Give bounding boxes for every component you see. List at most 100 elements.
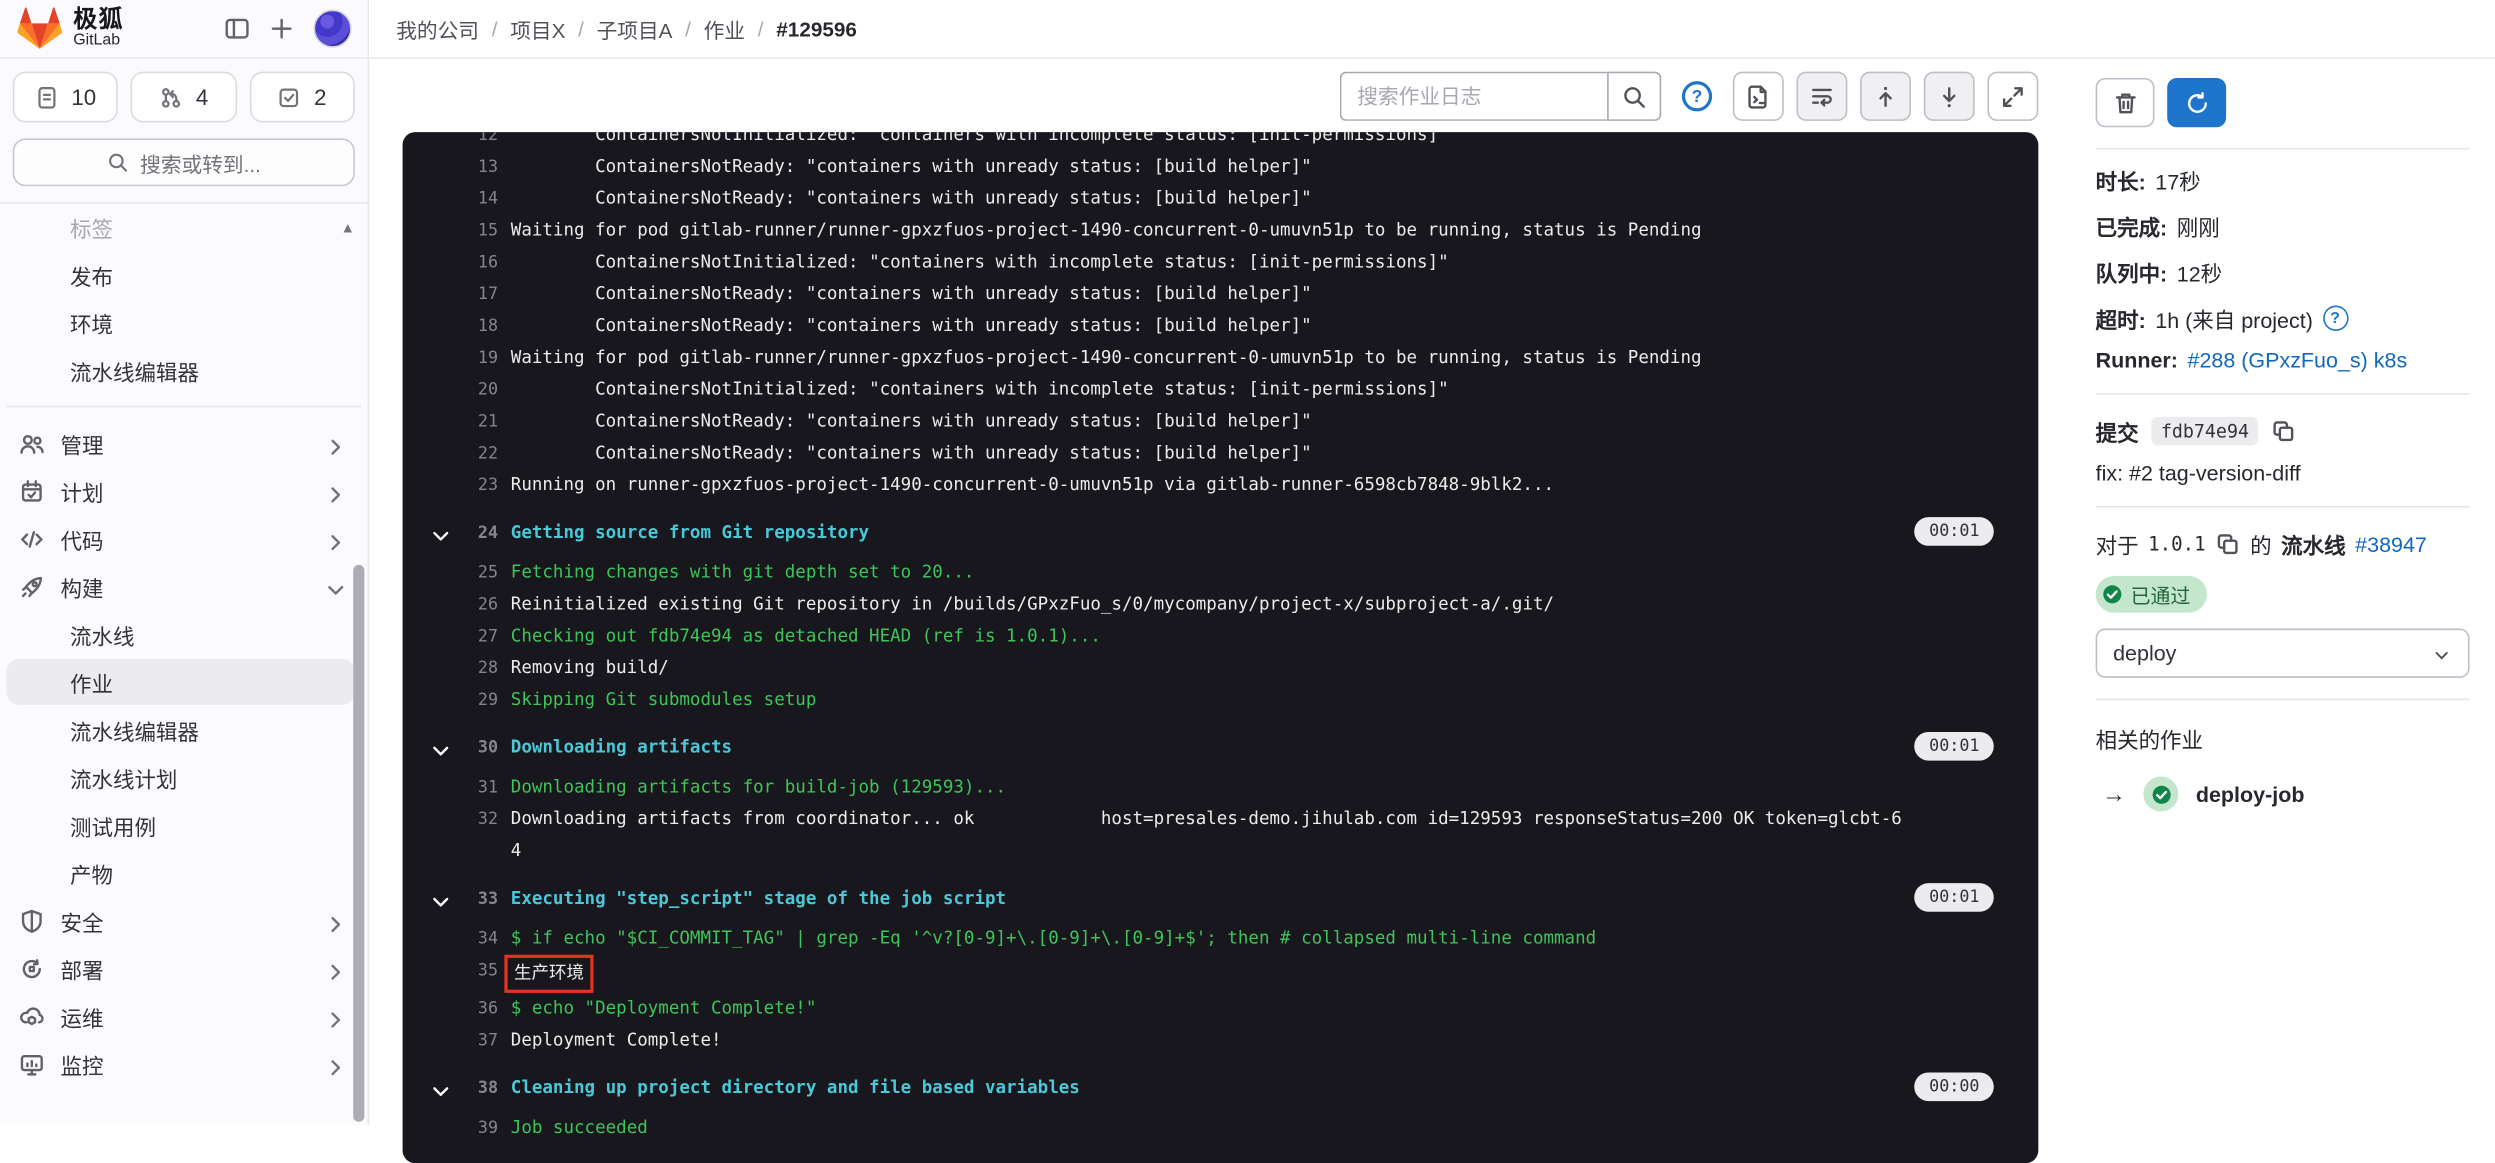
sidebar-item-流水线计划[interactable]: 流水线计划 [6,754,354,800]
log-section-header[interactable]: 38Cleaning up project directory and file… [403,1072,2039,1104]
sidebar-item-流水线编辑器[interactable]: 流水线编辑器 [6,706,354,752]
sidebar-item-计划[interactable]: 计划 [6,468,354,514]
sidebar-item-作业[interactable]: 作业 [6,659,354,705]
log-line-number[interactable]: 27 [434,621,498,653]
sidebar-item-监控[interactable]: 监控 [6,1041,354,1087]
log-line-number[interactable]: 29 [434,684,498,716]
log-line-text: Executing "step_script" stage of the job… [511,888,1006,909]
help-icon[interactable]: ? [2322,306,2347,331]
log-line-number[interactable]: 33 [434,883,498,915]
log-line-number[interactable]: 32 [434,804,498,836]
log-line-number[interactable]: 22 [434,438,498,470]
users-icon [19,430,44,455]
pipeline-label: 流水线 [2281,528,2345,560]
related-job-deploy-job[interactable]: →deploy-job [2096,777,2470,812]
log-line-number[interactable]: 28 [434,652,498,684]
sidebar-scrollbar[interactable] [353,565,364,1122]
stage-dropdown[interactable]: deploy [2096,629,2470,678]
pipeline-id-link[interactable]: #38947 [2355,532,2427,556]
log-line-number[interactable]: 24 [434,517,498,549]
job-detail-row: Runner:#288 (GPxzFuo_s) k8s [2096,348,2470,372]
log-line-number[interactable]: 21 [434,406,498,438]
issues-counter-button[interactable]: 10 [13,72,119,123]
sidebar-item-安全[interactable]: 安全 [6,897,354,943]
log-line: 13 ContainersNotReady: "containers with … [403,151,2039,183]
log-section-header[interactable]: 30Downloading artifacts00:01 [403,732,2039,764]
sidebar-item-流水线编辑器[interactable]: 流水线编辑器 [6,347,354,393]
log-line-number[interactable]: 17 [434,278,498,310]
breadcrumb-link[interactable]: 项目X [510,14,565,44]
log-line-number[interactable]: 18 [434,310,498,342]
log-line-number[interactable]: 23 [434,469,498,501]
log-line-number[interactable]: 31 [434,772,498,804]
log-line-number[interactable]: 13 [434,151,498,183]
log-line-number[interactable]: 38 [434,1072,498,1104]
log-line: 16 ContainersNotInitialized: "containers… [403,247,2039,279]
breadcrumb-link[interactable]: 作业 [704,14,745,44]
pipeline-conj: 的 [2250,528,2271,560]
sidebar-item-部署[interactable]: 部署 [6,945,354,991]
sidebar-item-构建[interactable]: 构建 [6,563,354,609]
log-line-text: ContainersNotReady: "containers with unr… [511,188,1312,209]
breadcrumb-link[interactable]: 子项目A [597,14,673,44]
erase-log-button[interactable] [2096,78,2155,127]
show-raw-log-button[interactable] [1733,72,1784,121]
log-section-header[interactable]: 24Getting source from Git repository00:0… [403,517,2039,549]
sidebar-item-测试用例[interactable]: 测试用例 [6,802,354,848]
log-line-number[interactable]: 12 [434,132,498,151]
log-search-input[interactable] [1340,72,1607,121]
search-help-icon[interactable]: ? [1682,81,1712,111]
log-section-header[interactable]: 33 Executing "step_script" stage of the j… [403,883,2039,915]
commit-sha-chip[interactable]: fdb74e94 [2151,417,2258,446]
global-search-field[interactable]: 搜索或转到... [13,138,355,186]
copy-ref-icon[interactable] [2215,531,2240,556]
log-line-number[interactable]: 15 [434,215,498,247]
log-line-number[interactable]: 37 [434,1025,498,1057]
code-icon [19,526,44,551]
log-line-text: Waiting for pod gitlab-runner/runner-gpx… [511,220,1702,241]
fullscreen-button[interactable] [1987,72,2038,121]
sidebar-item-运维[interactable]: 运维 [6,993,354,1039]
merge-request-counter-button[interactable]: 4 [131,72,237,123]
breadcrumb: 我的公司/项目X/子项目A/作业/#129596 [369,0,2495,57]
sidebar-item-产物[interactable]: 产物 [6,850,354,896]
sidebar-item-流水线[interactable]: 流水线 [6,611,354,657]
log-line-number[interactable]: 16 [434,247,498,279]
log-line-text: Downloading artifacts [511,737,732,758]
sidebar-nav: ▲ 标签发布环境流水线编辑器管理计划代码构建流水线作业流水线编辑器流水线计划测试… [0,202,368,1088]
log-line-number[interactable]: 30 [434,732,498,764]
user-avatar[interactable] [313,10,351,48]
detail-value[interactable]: #288 (GPxzFuo_s) k8s [2188,348,2408,372]
sidebar-toggle-icon[interactable] [224,16,249,41]
scroll-to-top-button[interactable] [1860,72,1911,121]
brand[interactable]: 极狐 GitLab [16,6,124,51]
log-line-number[interactable]: 19 [434,342,498,374]
wrap-lines-button[interactable] [1796,72,1847,121]
log-line-number[interactable]: 36 [434,993,498,1025]
retry-job-button[interactable] [2167,78,2226,127]
header-brand-area: 极狐 GitLab [0,0,369,57]
log-line-number[interactable]: 14 [434,183,498,215]
todo-counter-button[interactable]: 2 [249,72,355,123]
log-line: 37Deployment Complete! [403,1025,2039,1057]
sidebar-item-环境[interactable]: 环境 [6,299,354,345]
log-line-number[interactable]: 39 [434,1112,498,1144]
new-menu-plus-icon[interactable] [269,16,294,41]
sidebar-item-发布[interactable]: 发布 [6,251,354,297]
sidebar-item-管理[interactable]: 管理 [6,420,354,466]
scroll-to-bottom-button[interactable] [1924,72,1975,121]
sidebar-item-label: 构建 [60,570,103,602]
log-search-button[interactable] [1607,72,1661,121]
log-line-number[interactable]: 26 [434,589,498,621]
log-line-number[interactable]: 35 [434,955,498,987]
status-badge: 已通过 [2096,576,2207,613]
log-line-number[interactable]: 34 [434,923,498,955]
breadcrumb-link[interactable]: 我的公司 [396,14,479,44]
sidebar-item-代码[interactable]: 代码 [6,516,354,562]
copy-commit-sha-icon[interactable] [2271,418,2296,443]
log-line-number[interactable]: 25 [434,557,498,589]
issues-icon [35,85,59,109]
log-line-number[interactable]: 20 [434,374,498,406]
annotation-highlight: 生产环境 [504,955,593,993]
sidebar-item-标签[interactable]: 标签 [6,204,354,250]
